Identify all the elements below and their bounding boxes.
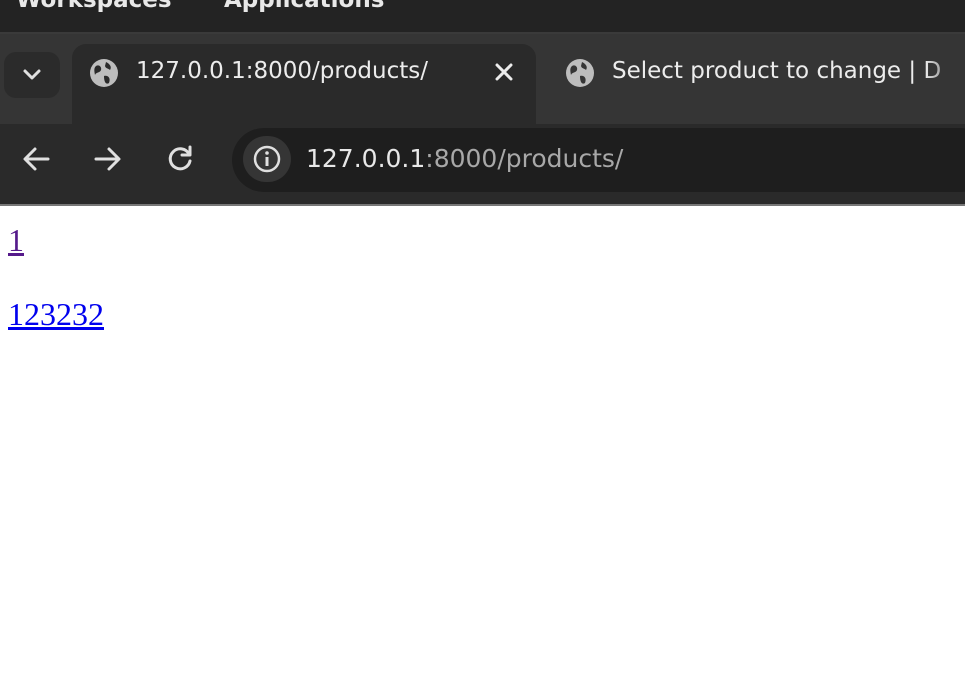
desktop-top-bar: Workspaces Applications (0, 0, 965, 34)
menu-workspaces[interactable]: Workspaces (16, 0, 172, 13)
close-icon[interactable] (494, 62, 514, 82)
address-url[interactable]: 127.0.0.1:8000/products/ (306, 144, 623, 173)
chevron-down-icon (23, 69, 41, 80)
tab-list-button[interactable] (4, 52, 60, 98)
url-path: :8000/products/ (425, 144, 624, 173)
reload-icon (168, 145, 192, 171)
arrow-left-icon (23, 147, 50, 171)
info-icon (253, 145, 281, 173)
forward-button[interactable] (88, 141, 128, 177)
back-button[interactable] (16, 141, 56, 177)
globe-icon (90, 59, 118, 87)
tab-title-fade (925, 58, 965, 90)
tab-title: Select product to change | D (612, 58, 942, 84)
product-link[interactable]: 123232 (8, 296, 104, 332)
tab-select-product[interactable]: Select product to change | D (540, 44, 965, 124)
product-link[interactable]: 1 (8, 222, 104, 258)
url-host: 127.0.0.1 (306, 144, 426, 173)
site-info-button[interactable] (243, 136, 291, 182)
tab-title: 127.0.0.1:8000/products/ (136, 58, 428, 84)
page-content: 1 123232 (8, 222, 104, 332)
arrow-right-icon (94, 147, 121, 171)
menu-applications[interactable]: Applications (224, 0, 384, 13)
tab-products[interactable]: 127.0.0.1:8000/products/ (72, 44, 536, 124)
reload-button[interactable] (160, 141, 200, 177)
globe-icon (566, 59, 594, 87)
